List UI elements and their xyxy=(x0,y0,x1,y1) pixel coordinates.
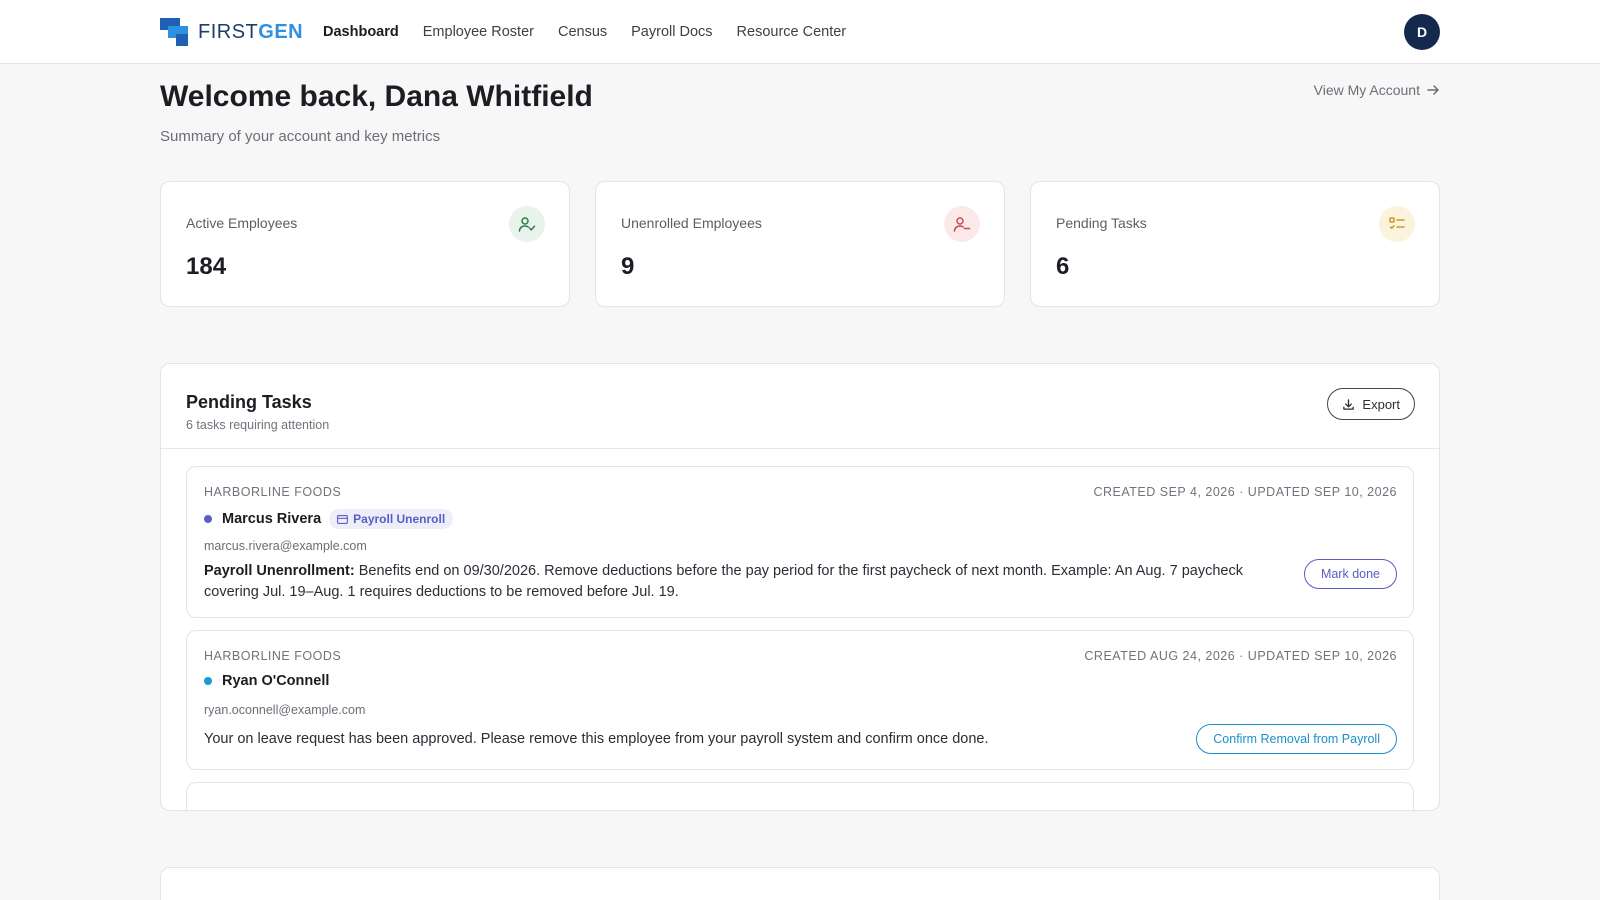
task-description: Payroll Unenrollment: Benefits end on 09… xyxy=(204,561,1254,603)
stat-card-pending-tasks: Pending Tasks 6 xyxy=(1030,181,1440,307)
view-account-label: View My Account xyxy=(1313,82,1420,98)
main-nav: Dashboard Employee Roster Census Payroll… xyxy=(323,0,846,64)
task-employee-row: Marcus Rivera Payroll Unenroll xyxy=(204,509,454,529)
top-navbar: FIRSTGEN Dashboard Employee Roster Censu… xyxy=(0,0,1600,64)
download-icon xyxy=(1343,398,1355,410)
nav-item-census[interactable]: Census xyxy=(558,24,607,40)
task-type-label: Payroll Unenroll xyxy=(353,512,446,526)
panel-subtitle: 6 tasks requiring attention xyxy=(186,418,330,432)
task-employee-name[interactable]: Ryan O'Connell xyxy=(222,673,329,689)
page-subtitle: Summary of your account and key metrics xyxy=(160,128,441,145)
card-icon xyxy=(337,514,349,524)
nav-item-resource-center[interactable]: Resource Center xyxy=(737,24,847,40)
stat-value: 6 xyxy=(1056,253,1070,280)
nav-item-payroll-docs[interactable]: Payroll Docs xyxy=(631,24,712,40)
confirm-removal-button[interactable]: Confirm Removal from Payroll xyxy=(1196,724,1397,754)
task-dates: CREATED AUG 24, 2026 · UPDATED SEP 10, 2… xyxy=(1084,649,1397,663)
task-card: HARBORLINE FOODS CREATED SEP 4, 2026 · U… xyxy=(186,466,1414,618)
nav-item-employee-roster[interactable]: Employee Roster xyxy=(423,24,534,40)
logo-mark-icon xyxy=(160,18,188,46)
stat-cards: Active Employees 184 Unenrolled Employee… xyxy=(160,181,1440,307)
export-button[interactable]: Export xyxy=(1327,388,1415,420)
mark-done-button[interactable]: Mark done xyxy=(1303,559,1397,589)
stat-label: Unenrolled Employees xyxy=(621,215,762,231)
task-card-partial xyxy=(186,782,1414,810)
nav-item-dashboard[interactable]: Dashboard xyxy=(323,24,399,40)
task-description-heading: Payroll Unenrollment: xyxy=(204,563,355,579)
task-type-badge: Payroll Unenroll xyxy=(329,509,454,529)
task-company: HARBORLINE FOODS xyxy=(204,649,342,663)
pending-tasks-panel: Pending Tasks 6 tasks requiring attentio… xyxy=(160,363,1440,811)
panel-header: Pending Tasks 6 tasks requiring attentio… xyxy=(161,364,1439,449)
logo-text: FIRSTGEN xyxy=(198,21,304,43)
stat-label: Active Employees xyxy=(186,215,298,231)
view-account-link[interactable]: View My Account xyxy=(1314,82,1440,98)
task-employee-row: Ryan O'Connell xyxy=(204,673,329,689)
task-company: HARBORLINE FOODS xyxy=(204,485,342,499)
task-list-icon xyxy=(1379,206,1415,242)
export-label: Export xyxy=(1362,396,1400,412)
task-employee-email: ryan.oconnell@example.com xyxy=(204,703,366,717)
task-dates: CREATED SEP 4, 2026 · UPDATED SEP 10, 20… xyxy=(1093,485,1397,499)
task-employee-email: marcus.rivera@example.com xyxy=(204,539,367,553)
panel-title: Pending Tasks xyxy=(186,392,312,412)
user-check-icon xyxy=(509,206,545,242)
stat-value: 184 xyxy=(186,253,227,280)
status-dot xyxy=(204,515,212,523)
stat-card-unenrolled-employees: Unenrolled Employees 9 xyxy=(595,181,1005,307)
stat-label: Pending Tasks xyxy=(1056,215,1147,231)
stat-card-active-employees: Active Employees 184 xyxy=(160,181,570,307)
arrow-right-icon xyxy=(1427,85,1439,95)
next-section-card xyxy=(160,867,1440,900)
stat-value: 9 xyxy=(621,253,635,280)
task-employee-name[interactable]: Marcus Rivera xyxy=(222,511,321,527)
task-card: HARBORLINE FOODS CREATED AUG 24, 2026 · … xyxy=(186,630,1414,770)
task-description-text: Benefits end on 09/30/2026. Remove deduc… xyxy=(204,563,1243,600)
task-description: Your on leave request has been approved.… xyxy=(204,731,989,747)
user-minus-icon xyxy=(944,206,980,242)
user-avatar[interactable]: D xyxy=(1404,14,1440,50)
app-logo[interactable]: FIRSTGEN xyxy=(160,18,303,46)
page-title: Welcome back, Dana Whitfield xyxy=(160,80,593,113)
status-dot xyxy=(204,677,212,685)
